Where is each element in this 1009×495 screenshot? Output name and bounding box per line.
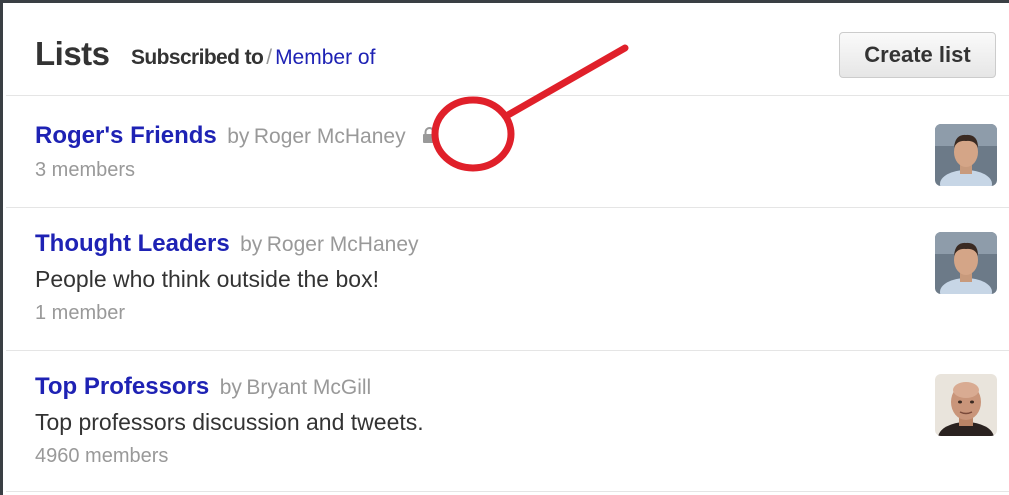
list-item-header: Thought Leaders by Roger McHaney: [35, 230, 419, 258]
lock-icon: [422, 127, 437, 149]
list-by-label: by: [227, 125, 250, 148]
list-name-link[interactable]: Top Professors: [35, 373, 209, 400]
lists-header: Lists Subscribed to / Member of Create lis…: [6, 3, 1009, 96]
list-member-count: 1 member: [35, 302, 126, 324]
list-name-link[interactable]: Roger's Friends: [35, 122, 217, 149]
list-by-label: by: [219, 376, 242, 399]
list-owner-link[interactable]: Roger McHaney: [254, 125, 406, 148]
owner-avatar[interactable]: [935, 124, 997, 186]
list-item-header: Roger's Friends by Roger McHaney: [35, 122, 437, 150]
list-description: Top professors discussion and tweets.: [35, 409, 424, 435]
list-item: Thought Leaders by Roger McHaney People …: [6, 208, 1009, 351]
tab-separator: /: [266, 46, 273, 69]
owner-avatar[interactable]: [935, 374, 997, 436]
list-description: People who think outside the box!: [35, 266, 379, 292]
lists-panel: Lists Subscribed to / Member of Create lis…: [0, 0, 1009, 495]
list-member-count: 3 members: [35, 159, 136, 181]
list-owner-link[interactable]: Bryant McGill: [246, 376, 371, 399]
list-item: Top Professors by Bryant McGill Top prof…: [6, 351, 1009, 492]
list-item: Roger's Friends by Roger McHaney 3 membe…: [6, 96, 1009, 208]
page-title: Lists: [35, 35, 110, 72]
tab-subscribed-to[interactable]: Subscribed to: [131, 46, 264, 69]
list-owner-link[interactable]: Roger McHaney: [267, 233, 419, 256]
list-name-link[interactable]: Thought Leaders: [35, 230, 230, 257]
owner-avatar[interactable]: [935, 232, 997, 294]
create-list-button[interactable]: Create list: [839, 32, 996, 78]
list-member-count: 4960 members: [35, 445, 169, 467]
tab-member-of[interactable]: Member of: [275, 46, 375, 69]
lists-tabs: Subscribed to / Member of: [131, 46, 375, 70]
list-by-label: by: [240, 233, 263, 256]
list-item-header: Top Professors by Bryant McGill: [35, 373, 371, 401]
